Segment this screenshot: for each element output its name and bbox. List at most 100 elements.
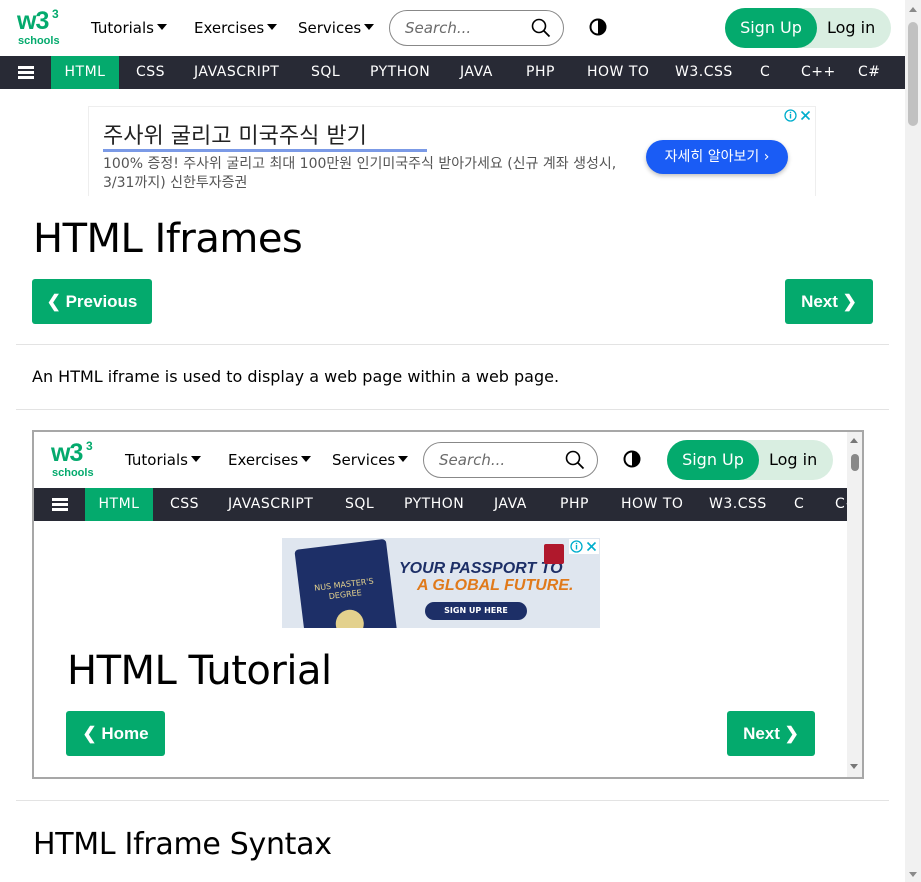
nav-item-c[interactable]: C [760, 56, 770, 89]
ad-cta-button[interactable]: 자세히 알아보기 › [646, 140, 788, 174]
iframe-menu-services[interactable]: Services [332, 451, 409, 469]
iframe-home-button[interactable]: ❮ Home [66, 711, 165, 756]
menu-label: Services [332, 451, 396, 469]
iframe-example[interactable]: w3 3 schools Tutorials Exercises Service… [32, 430, 864, 779]
nav-item-python[interactable]: PYTHON [370, 56, 430, 89]
nav-item-sql[interactable]: SQL [311, 56, 340, 89]
sign-up-button[interactable]: Sign Up [725, 8, 817, 48]
top-header: w3 3 schools Tutorials Exercises Service… [0, 0, 905, 56]
topic-navbar: HTML CSS JAVASCRIPT SQL PYTHON JAVA PHP … [0, 56, 905, 89]
nav-item-java[interactable]: JAVA [460, 56, 493, 89]
iframe-w3schools-logo[interactable]: w3 3 schools [51, 439, 95, 479]
divider [16, 800, 889, 801]
iframe-nav-item-javascript[interactable]: JAVASCRIPT [228, 488, 313, 521]
iframe-next-button[interactable]: Next ❯ [727, 711, 815, 756]
nav-item-cpp[interactable]: C++ [801, 56, 836, 89]
iframe-nav-item-c[interactable]: C [794, 488, 804, 521]
iframe-ad-banner[interactable]: NUS MASTER'S DEGREE YOUR PASSPORT TO A G… [282, 538, 600, 628]
divider [16, 409, 889, 410]
scroll-down-icon[interactable] [850, 764, 858, 769]
hamburger-menu-icon[interactable] [52, 498, 68, 511]
nav-item-how-to[interactable]: HOW TO [587, 56, 649, 89]
nav-item-w3css[interactable]: W3.CSS [675, 56, 733, 89]
menu-label: Exercises [228, 451, 299, 469]
scroll-down-icon[interactable] [909, 872, 917, 877]
iframe-ad-cta-button[interactable]: SIGN UP HERE [425, 602, 527, 620]
logo-subtext: schools [18, 35, 60, 47]
iframe-log-in-button[interactable]: Log in [769, 440, 817, 480]
dark-mode-toggle-icon[interactable] [589, 18, 607, 36]
nav-item-javascript[interactable]: JAVASCRIPT [194, 56, 279, 89]
menu-label: Exercises [194, 19, 265, 37]
section-heading: HTML Iframe Syntax [33, 827, 332, 862]
iframe-menu-exercises[interactable]: Exercises [228, 451, 312, 469]
iframe-nav-item-php[interactable]: PHP [560, 488, 589, 521]
ad-choices-icon[interactable] [569, 539, 599, 554]
nav-item-csharp[interactable]: C# [858, 56, 881, 89]
previous-button[interactable]: ❮ Previous [32, 279, 152, 324]
iframe-menu-tutorials[interactable]: Tutorials [125, 451, 201, 469]
logo-subtext: schools [52, 467, 94, 479]
search-box [389, 10, 564, 46]
iframe-nav-item-python[interactable]: PYTHON [404, 488, 464, 521]
iframe-topic-navbar: HTML CSS JAVASCRIPT SQL PYTHON JAVA PHP … [34, 488, 849, 521]
log-in-button[interactable]: Log in [827, 8, 875, 48]
iframe-nav-item-sql[interactable]: SQL [345, 488, 374, 521]
caret-down-icon [156, 24, 167, 30]
iframe-nav-item-css[interactable]: CSS [170, 488, 199, 521]
iframe-ad-headline-1: YOUR PASSPORT TO [399, 560, 563, 577]
ad-banner[interactable]: 주사위 굴리고 미국주식 받기 100% 증정! 주사위 굴리고 최대 100만… [88, 106, 816, 196]
iframe-nav-item-html[interactable]: HTML [85, 488, 153, 521]
iframe-auth-buttons: Sign Up Log in [667, 440, 833, 480]
scroll-up-icon[interactable] [850, 438, 858, 443]
iframe-ad-headline-2: A GLOBAL FUTURE. [417, 577, 574, 594]
intro-paragraph: An HTML iframe is used to display a web … [32, 367, 560, 386]
menu-label: Tutorials [91, 19, 154, 37]
iframe-sign-up-button[interactable]: Sign Up [667, 440, 759, 480]
scroll-up-icon[interactable] [909, 7, 917, 12]
next-button[interactable]: Next ❯ [785, 279, 873, 324]
iframe-nav-item-java[interactable]: JAVA [494, 488, 527, 521]
page-scrollbar[interactable] [905, 0, 921, 882]
caret-down-icon [301, 456, 312, 462]
menu-tutorials[interactable]: Tutorials [91, 19, 167, 37]
scrollbar-thumb[interactable] [908, 22, 918, 126]
divider [16, 344, 889, 345]
page-title: HTML Iframes [33, 216, 303, 262]
caret-down-icon [398, 456, 409, 462]
hamburger-menu-icon[interactable] [18, 66, 34, 79]
caret-down-icon [190, 456, 201, 462]
university-crest-icon [544, 544, 564, 564]
menu-label: Tutorials [125, 451, 188, 469]
ad-title-underline [103, 149, 427, 152]
logo-text: w3 [17, 7, 49, 35]
scrollbar-thumb[interactable] [851, 454, 859, 471]
passport-image: NUS MASTER'S DEGREE [294, 538, 398, 628]
search-icon[interactable] [565, 450, 585, 470]
auth-buttons: Sign Up Log in [725, 8, 891, 48]
logo-text: w3 [51, 439, 83, 467]
passport-text: NUS MASTER'S DEGREE [313, 576, 375, 602]
menu-services[interactable]: Services [298, 19, 375, 37]
logo-superscript: 3 [52, 7, 59, 21]
search-icon[interactable] [531, 18, 551, 38]
w3schools-logo[interactable]: w3 3 schools [17, 7, 61, 47]
ad-choices-icon[interactable] [783, 108, 813, 123]
iframe-search-box [423, 442, 598, 478]
iframe-scrollbar[interactable] [847, 432, 862, 777]
nav-item-css[interactable]: CSS [136, 56, 165, 89]
caret-down-icon [267, 24, 278, 30]
globe-icon [334, 608, 366, 628]
iframe-page-title: HTML Tutorial [67, 648, 332, 694]
nav-item-html[interactable]: HTML [51, 56, 119, 89]
ad-title[interactable]: 주사위 굴리고 미국주식 받기 [103, 118, 367, 150]
search-input[interactable] [405, 19, 525, 37]
menu-exercises[interactable]: Exercises [194, 19, 278, 37]
iframe-dark-mode-toggle-icon[interactable] [623, 450, 641, 468]
menu-label: Services [298, 19, 362, 37]
nav-item-php[interactable]: PHP [526, 56, 555, 89]
iframe-search-input[interactable] [439, 451, 559, 469]
iframe-nav-item-how-to[interactable]: HOW TO [621, 488, 683, 521]
iframe-content: w3 3 schools Tutorials Exercises Service… [34, 432, 849, 777]
iframe-nav-item-w3css[interactable]: W3.CSS [709, 488, 767, 521]
